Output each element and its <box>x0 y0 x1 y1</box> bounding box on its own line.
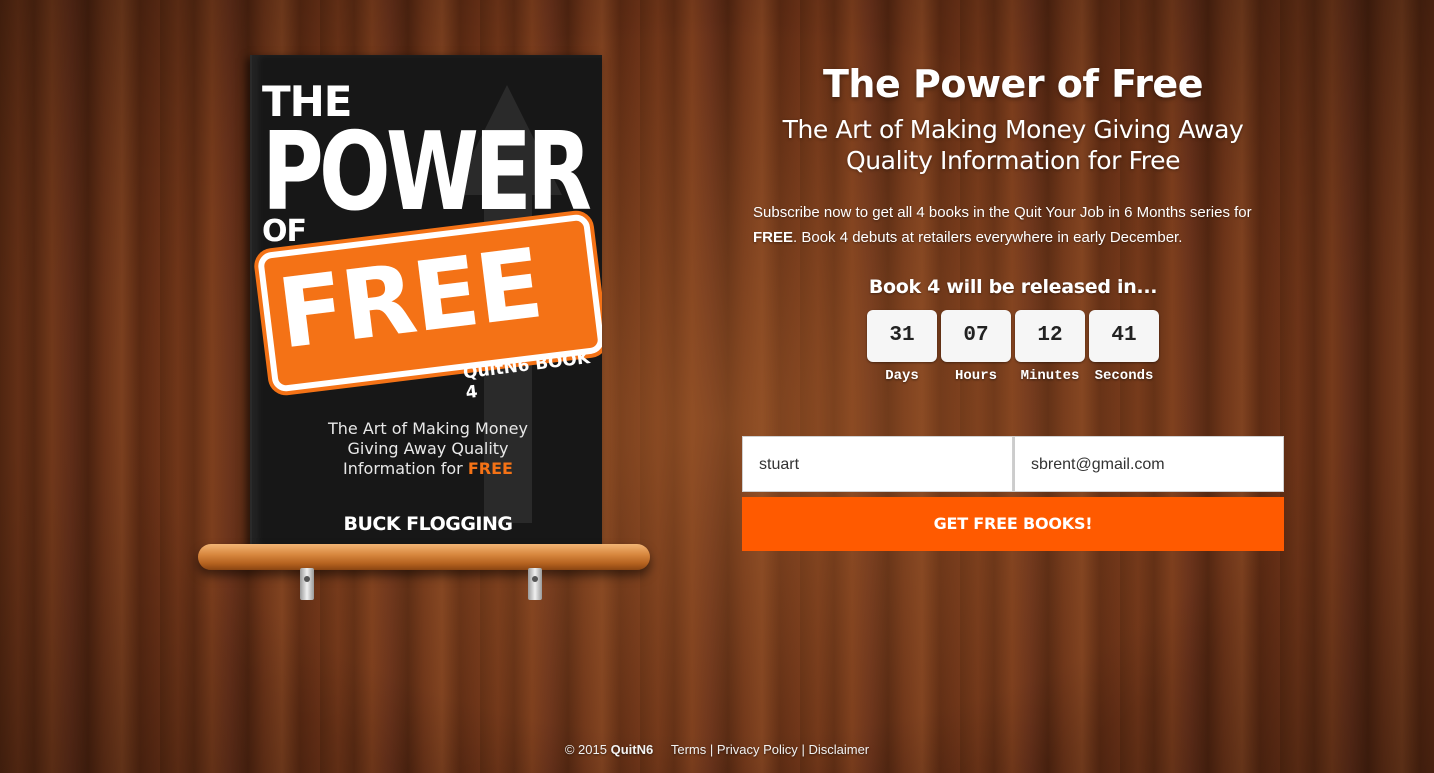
cover-subtitle-line: The Art of Making Money <box>328 419 528 438</box>
subtitle-line: The Art of Making Money Giving Away <box>782 115 1244 144</box>
countdown-label: Hours <box>954 368 997 384</box>
page-title: The Power of Free <box>823 62 1203 106</box>
description-text: Subscribe now to get all 4 books in the … <box>753 204 1252 221</box>
cover-subtitle-line: Information for FREE <box>252 459 602 479</box>
description: Subscribe now to get all 4 books in the … <box>753 200 1273 250</box>
page-subtitle: The Art of Making Money Giving Away Qual… <box>742 114 1284 176</box>
countdown-hours: 07 Hours <box>941 310 1011 384</box>
footer-links: Terms | Privacy Policy | Disclaimer <box>671 742 869 757</box>
cover-title-power: POWER <box>262 110 592 235</box>
copyright-text: © 2015 <box>564 742 607 757</box>
cover-free-word: FREE <box>467 459 513 478</box>
footer-separator: | <box>709 742 714 757</box>
hero-content: The Power of Free The Art of Making Mone… <box>742 62 1284 384</box>
footer: © 2015 QuitN6 Terms | Privacy Policy | D… <box>0 742 1434 757</box>
shelf-bracket-left <box>300 568 314 600</box>
shelf-bracket-right <box>528 568 542 600</box>
signup-form: stuart sbrent@gmail.com GET FREE BOOKS! <box>742 436 1284 551</box>
cover-title-of: OF <box>262 214 307 249</box>
privacy-policy-link[interactable]: Privacy Policy <box>717 742 798 757</box>
release-heading: Book 4 will be released in... <box>868 276 1158 298</box>
countdown-label: Seconds <box>1094 368 1154 384</box>
terms-link[interactable]: Terms <box>671 742 706 757</box>
countdown-value: 12 <box>1015 310 1085 362</box>
countdown-minutes: 12 Minutes <box>1015 310 1085 384</box>
footer-separator: | <box>801 742 805 757</box>
countdown-value: 07 <box>941 310 1011 362</box>
countdown-timer: 31 Days 07 Hours 12 Minutes 41 Seconds <box>742 310 1284 384</box>
get-free-books-button[interactable]: GET FREE BOOKS! <box>742 497 1284 551</box>
countdown-value: 41 <box>1089 310 1159 362</box>
cover-title-free: FREE <box>272 227 547 371</box>
name-field[interactable]: stuart <box>742 436 1013 492</box>
countdown-value: 31 <box>867 310 937 362</box>
description-free: FREE <box>753 229 794 246</box>
cover-subtitle-line: Giving Away Quality <box>347 439 509 458</box>
countdown-label: Minutes <box>1020 368 1080 384</box>
cover-subtitle: The Art of Making Money Giving Away Qual… <box>252 419 602 479</box>
disclaimer-link[interactable]: Disclaimer <box>808 742 869 757</box>
subtitle-line: Quality Information for Free <box>845 146 1181 175</box>
countdown-days: 31 Days <box>867 310 937 384</box>
wooden-shelf <box>198 544 650 570</box>
countdown-label: Days <box>885 368 919 384</box>
email-field[interactable]: sbrent@gmail.com <box>1013 436 1284 492</box>
footer-brand: QuitN6 <box>610 742 654 757</box>
book-cover-image: THE POWER OF FREE QuitN6 BOOK 4 The Art … <box>250 55 602 547</box>
countdown-seconds: 41 Seconds <box>1089 310 1159 384</box>
cover-author: BUCK FLOGGING <box>343 513 513 535</box>
description-text-end: . Book 4 debuts at retailers everywhere … <box>793 229 1183 246</box>
form-inputs: stuart sbrent@gmail.com <box>742 436 1284 492</box>
cover-subtitle-text: Information for <box>343 459 463 478</box>
